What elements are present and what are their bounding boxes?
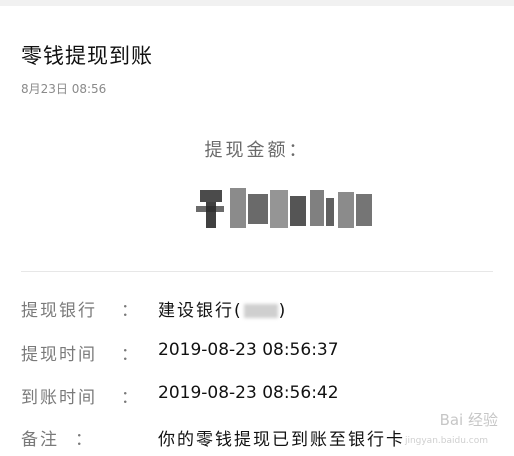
withdrawal-notice-card: 零钱提现到账 8月23日 08:56 提现金额： ¥ 提现银行 ： 建设银行()… bbox=[0, 6, 514, 456]
detail-label-arrival-time: 到账时间 bbox=[21, 388, 97, 408]
detail-row-bank: 提现银行 ： 建设银行() bbox=[21, 296, 501, 324]
amount-value-redacted: ¥ bbox=[192, 178, 380, 234]
detail-colon: ： bbox=[121, 301, 138, 321]
detail-row-arrival-time: 到账时间 ： 2019-08-23 08:56:42 bbox=[21, 383, 501, 411]
notice-title: 零钱提现到账 bbox=[21, 44, 153, 68]
detail-colon: ： bbox=[121, 345, 138, 365]
amount-currency-symbol: ¥ bbox=[192, 178, 380, 219]
amount-label: 提现金额： bbox=[204, 140, 310, 161]
detail-row-withdraw-time: 提现时间 ： 2019-08-23 08:56:37 bbox=[21, 340, 501, 368]
bank-suffix: ) bbox=[278, 301, 288, 321]
detail-label-withdraw-time: 提现时间 bbox=[21, 345, 97, 365]
detail-value-arrival-time: 2019-08-23 08:56:42 bbox=[158, 383, 339, 403]
detail-colon: ： bbox=[75, 430, 92, 450]
card-number-redacted bbox=[243, 304, 278, 318]
detail-label-bank: 提现银行 bbox=[21, 301, 97, 321]
detail-colon: ： bbox=[121, 388, 138, 408]
watermark-logo: Bai 经验 bbox=[439, 411, 498, 429]
detail-value-remark: 你的零钱提现已到账至银行卡 bbox=[158, 430, 405, 450]
detail-value-bank: 建设银行() bbox=[158, 296, 287, 321]
notice-date: 8月23日 08:56 bbox=[21, 82, 107, 96]
detail-value-withdraw-time: 2019-08-23 08:56:37 bbox=[158, 340, 339, 360]
bank-name: 建设银行( bbox=[158, 301, 243, 321]
detail-label-remark: 备注 bbox=[21, 430, 59, 450]
divider bbox=[21, 271, 493, 272]
watermark-url: jingyan.baidu.com bbox=[404, 436, 488, 446]
